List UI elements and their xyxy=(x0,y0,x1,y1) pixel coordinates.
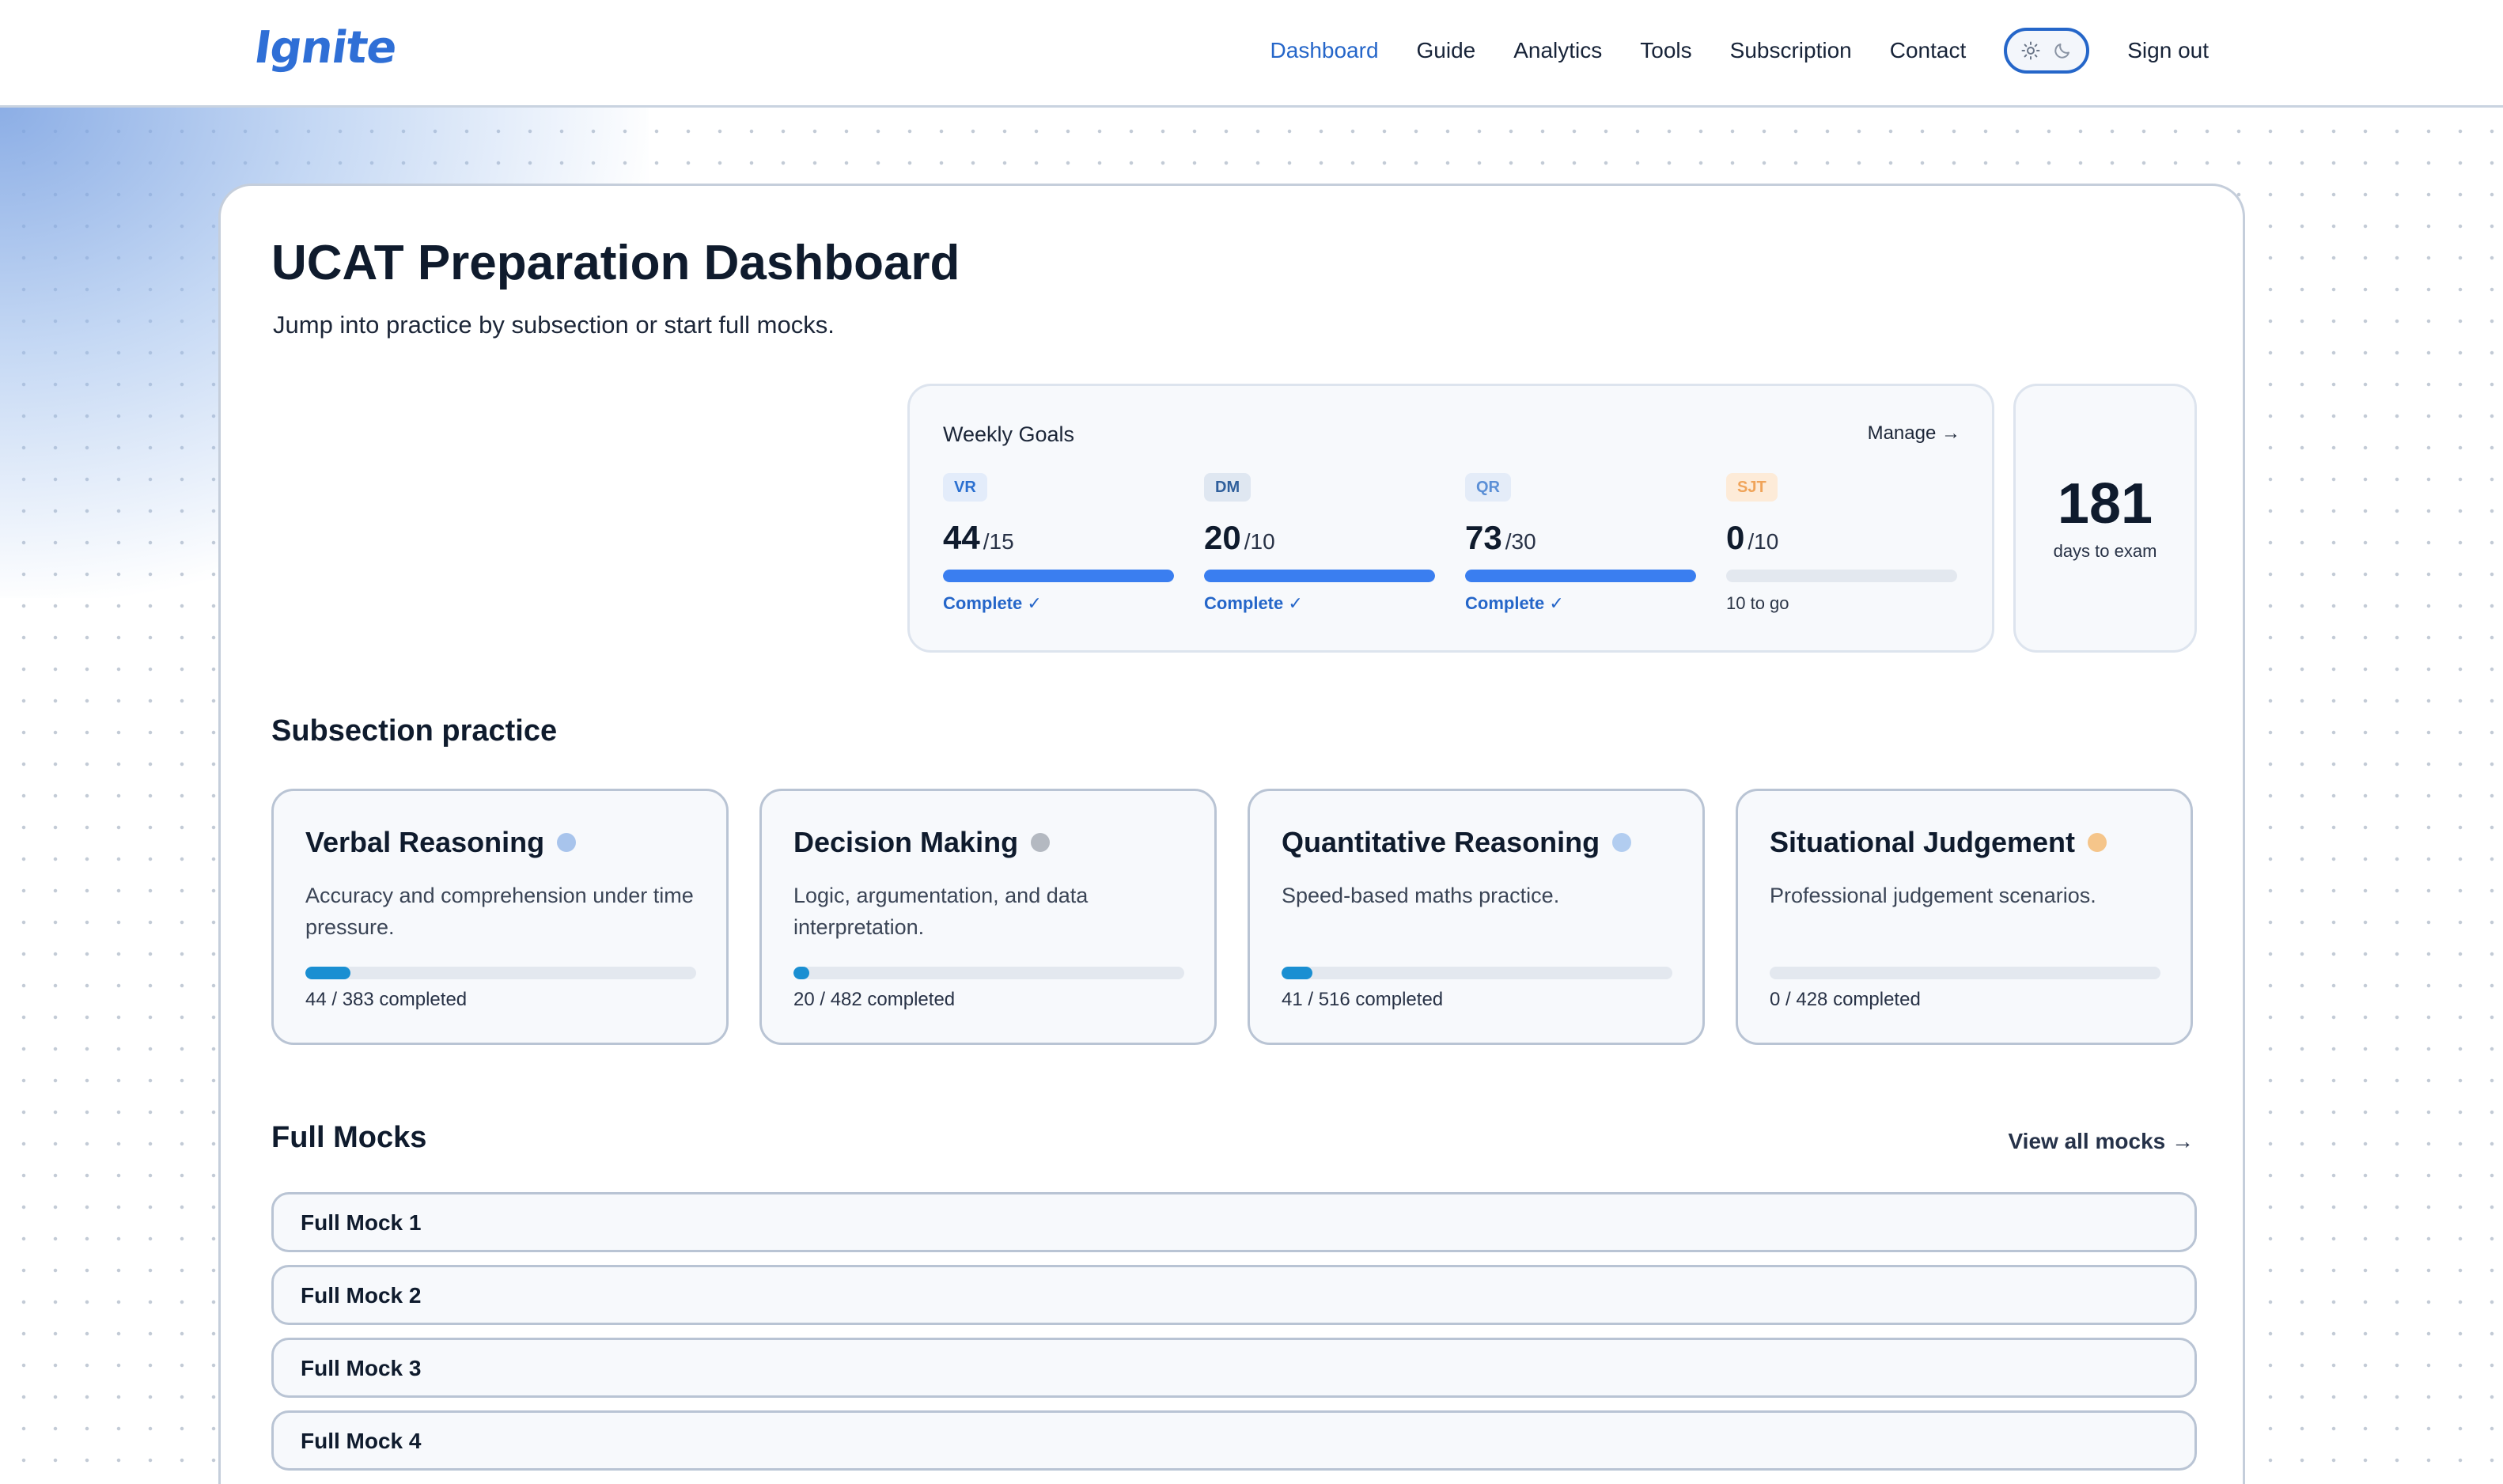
goal-qr: QR 73/30 Complete ✓ xyxy=(1465,473,1696,614)
nav-subscription[interactable]: Subscription xyxy=(1730,38,1852,63)
goal-value: 0 xyxy=(1726,519,1745,556)
card-description: Accuracy and comprehension under time pr… xyxy=(305,884,694,939)
nav-analytics[interactable]: Analytics xyxy=(1513,38,1602,63)
card-description: Logic, argumentation, and data interpret… xyxy=(793,884,1089,939)
mock-row-1[interactable]: Full Mock 1 xyxy=(271,1192,2197,1252)
goal-target: /10 xyxy=(1748,529,1779,554)
card-description: Professional judgement scenarios. xyxy=(1770,884,2096,907)
goal-target: /15 xyxy=(983,529,1014,554)
goal-status: Complete ✓ xyxy=(1204,593,1303,613)
manage-goals-link[interactable]: Manage → xyxy=(1868,422,1960,445)
status-dot xyxy=(2088,833,2107,852)
sign-out-link[interactable]: Sign out xyxy=(2127,38,2209,63)
days-to-exam-label: days to exam xyxy=(2053,541,2157,561)
card-progress-bar xyxy=(1770,967,2160,979)
card-decision-making[interactable]: Decision Making Logic, argumentation, an… xyxy=(759,789,1217,1045)
card-title: Quantitative Reasoning xyxy=(1282,826,1600,858)
moon-icon xyxy=(2054,44,2070,59)
top-navbar: Ignite Dashboard Guide Analytics Tools S… xyxy=(0,0,2503,108)
nav-guide[interactable]: Guide xyxy=(1417,38,1476,63)
nav-contact[interactable]: Contact xyxy=(1890,38,1967,63)
goal-progress-bar xyxy=(1204,570,1435,582)
goal-progress-bar xyxy=(1726,570,1957,582)
main-nav: Dashboard Guide Analytics Tools Subscrip… xyxy=(1270,0,2209,101)
card-verbal-reasoning[interactable]: Verbal Reasoning Accuracy and comprehens… xyxy=(271,789,729,1045)
mock-row-2[interactable]: Full Mock 2 xyxy=(271,1265,2197,1325)
goal-progress-bar xyxy=(1465,570,1696,582)
goal-status: Complete ✓ xyxy=(1465,593,1564,613)
view-all-mocks-link[interactable]: View all mocks → xyxy=(2009,1129,2194,1154)
page-title: UCAT Preparation Dashboard xyxy=(271,236,960,290)
goal-sjt: SJT 0/10 10 to go xyxy=(1726,473,1957,614)
goal-badge: VR xyxy=(943,473,987,502)
mock-label: Full Mock 4 xyxy=(301,1429,422,1453)
sun-icon xyxy=(2021,41,2040,60)
full-mocks-title: Full Mocks xyxy=(271,1121,427,1154)
card-title: Situational Judgement xyxy=(1770,826,2076,858)
ignite-logo[interactable]: Ignite xyxy=(251,22,399,74)
mock-row-3[interactable]: Full Mock 3 xyxy=(271,1338,2197,1398)
card-situational-judgement[interactable]: Situational Judgement Professional judge… xyxy=(1736,789,2193,1045)
goal-badge: QR xyxy=(1465,473,1511,502)
days-to-exam-number: 181 xyxy=(2057,472,2153,536)
goal-target: /30 xyxy=(1505,529,1536,554)
goal-badge: DM xyxy=(1204,473,1252,502)
nav-dashboard[interactable]: Dashboard xyxy=(1270,38,1379,63)
mock-row-4[interactable]: Full Mock 4 xyxy=(271,1410,2197,1471)
weekly-goals-panel: Weekly Goals Manage → VR 44/15 Complete … xyxy=(907,384,1994,653)
theme-toggle[interactable] xyxy=(2004,28,2090,74)
card-completed-count: 0 / 428 completed xyxy=(1770,989,1921,1010)
goal-value: 44 xyxy=(943,519,980,556)
goal-progress-bar xyxy=(943,570,1174,582)
card-progress-bar xyxy=(1282,967,1672,979)
card-progress-bar xyxy=(305,967,696,979)
status-dot xyxy=(557,833,577,852)
mock-label: Full Mock 1 xyxy=(301,1210,422,1235)
goal-status: Complete ✓ xyxy=(943,593,1042,613)
card-title: Verbal Reasoning xyxy=(305,826,545,858)
goal-value: 20 xyxy=(1204,519,1241,556)
card-completed-count: 20 / 482 completed xyxy=(793,989,956,1010)
page-subtitle: Jump into practice by subsection or star… xyxy=(273,311,835,339)
subsection-practice-title: Subsection practice xyxy=(271,714,558,748)
dashboard-card: UCAT Preparation Dashboard Jump into pra… xyxy=(218,184,2245,1484)
card-progress-bar xyxy=(793,967,1184,979)
card-completed-count: 44 / 383 completed xyxy=(305,989,468,1010)
status-dot xyxy=(1612,833,1632,852)
status-dot xyxy=(1031,833,1051,852)
card-description: Speed-based maths practice. xyxy=(1282,884,1560,907)
goal-dm: DM 20/10 Complete ✓ xyxy=(1204,473,1435,614)
mock-label: Full Mock 2 xyxy=(301,1283,422,1308)
mock-label: Full Mock 3 xyxy=(301,1356,422,1380)
card-completed-count: 41 / 516 completed xyxy=(1282,989,1444,1010)
exam-countdown: 181 days to exam xyxy=(2013,384,2197,653)
goal-status: 10 to go xyxy=(1726,593,1789,613)
card-title: Decision Making xyxy=(793,826,1019,858)
card-quantitative-reasoning[interactable]: Quantitative Reasoning Speed-based maths… xyxy=(1248,789,1705,1045)
goal-target: /10 xyxy=(1244,529,1275,554)
goal-value: 73 xyxy=(1465,519,1502,556)
goal-badge: SJT xyxy=(1726,473,1778,502)
weekly-goals-title: Weekly Goals xyxy=(943,422,1075,446)
goal-vr: VR 44/15 Complete ✓ xyxy=(943,473,1174,614)
nav-tools[interactable]: Tools xyxy=(1640,38,1691,63)
